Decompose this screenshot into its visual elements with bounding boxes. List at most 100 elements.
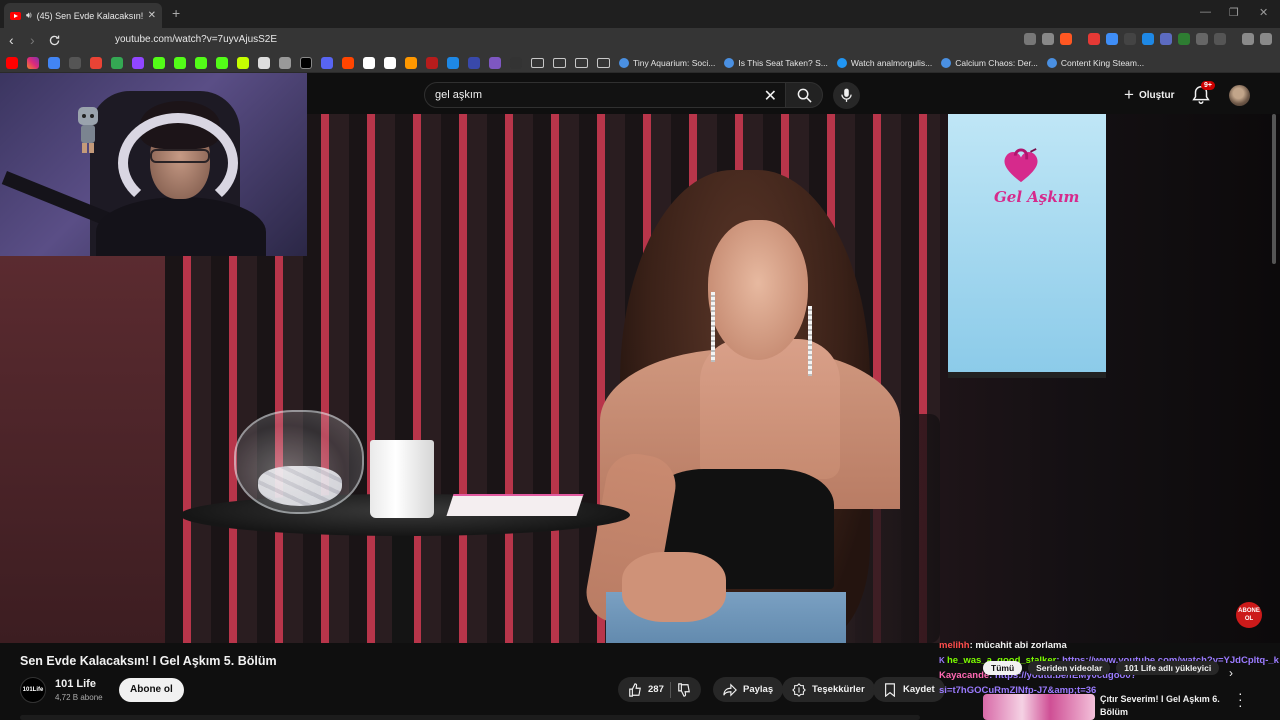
new-tab-button[interactable]: +: [172, 5, 180, 21]
bookmark-icon[interactable]: [405, 56, 417, 69]
bookmark-icon[interactable]: [69, 56, 81, 69]
channel-avatar[interactable]: 101Life: [20, 677, 46, 703]
share-icon[interactable]: [1042, 33, 1054, 45]
chip-uploader[interactable]: 101 Life adlı yükleyici: [1116, 661, 1220, 675]
video-table-stem: [392, 524, 414, 643]
bookmark-label: Calcium Chaos: Der...: [955, 57, 1038, 68]
search-box[interactable]: gel aşkım ✕: [424, 82, 786, 108]
bookmark-save-icon: [885, 682, 895, 697]
webcam-overlay: [0, 73, 307, 256]
clear-search-icon[interactable]: ✕: [764, 86, 777, 106]
bookmark-icon[interactable]: [321, 56, 333, 69]
maximize-icon[interactable]: ❐: [1229, 6, 1239, 19]
chip-series-videos[interactable]: Seriden videolar: [1028, 661, 1111, 675]
chips-next-icon[interactable]: ›: [1229, 666, 1233, 680]
video-glass-bowl: [234, 410, 364, 514]
search-button[interactable]: [785, 82, 823, 108]
page-scrollbar[interactable]: [1272, 114, 1276, 264]
bookmark-icon[interactable]: [468, 56, 480, 69]
bookmark-gmail-icon[interactable]: [90, 56, 102, 69]
bookmark-p-icon[interactable]: [363, 56, 375, 69]
chat-message: melihh: mücahit abi zorlama: [939, 638, 1280, 653]
bookmark-item[interactable]: Calcium Chaos: Der...: [941, 57, 1038, 68]
bookmark-anchor-icon[interactable]: [258, 56, 270, 69]
bookmark-item[interactable]: Is This Seat Taken? S...: [724, 57, 828, 68]
bookmark-label: Is This Seat Taken? S...: [738, 57, 828, 68]
tab-close-icon[interactable]: ✕: [148, 10, 156, 21]
bookmark-item[interactable]: Watch analmorgulis...: [836, 57, 932, 68]
tab-title: (45) Sen Evde Kalacaksın! I Ge: [36, 10, 143, 21]
bookmark-folder-icon[interactable]: [597, 57, 610, 68]
bookmark-x-icon[interactable]: [300, 56, 312, 69]
like-count[interactable]: 287: [648, 684, 664, 695]
create-button[interactable]: + Oluştur: [1116, 83, 1187, 107]
bookmark-folder-icon[interactable]: [553, 57, 566, 68]
chip-all[interactable]: Tümü: [983, 661, 1023, 675]
description-box-edge: [20, 715, 920, 720]
bookmark-icon[interactable]: [48, 56, 60, 69]
account-avatar[interactable]: [1229, 85, 1250, 106]
close-window-icon[interactable]: ✕: [1259, 6, 1268, 19]
forward-icon[interactable]: ›: [30, 32, 35, 48]
bookmark-icon[interactable]: [237, 56, 249, 69]
extension-icon[interactable]: [1124, 33, 1136, 45]
bookmark-kick-icon[interactable]: [174, 56, 186, 69]
bookmark-drive-icon[interactable]: [111, 56, 123, 69]
save-button[interactable]: Kaydet: [873, 677, 945, 702]
share-button[interactable]: Paylaş: [713, 677, 784, 702]
extension-icon[interactable]: [1178, 33, 1190, 45]
menu-icon[interactable]: [1260, 33, 1272, 45]
bookmark-icon[interactable]: [279, 56, 291, 69]
bookmark-icon[interactable]: [447, 56, 459, 69]
extension-icon[interactable]: [1106, 33, 1118, 45]
thanks-button[interactable]: Teşekkürler: [782, 677, 875, 702]
video-person-neck: [700, 339, 840, 479]
cast-icon[interactable]: [1024, 33, 1036, 45]
recommended-video-thumbnail[interactable]: [983, 694, 1095, 720]
kick-badge-icon: K: [939, 656, 947, 665]
video-logo-text: Gel Aşkım: [994, 188, 1080, 206]
bookmark-kick-icon[interactable]: [153, 56, 165, 69]
browser-tab[interactable]: 🔊︎ (45) Sen Evde Kalacaksın! I Ge ✕: [4, 3, 162, 28]
bookmark-instagram-icon[interactable]: [27, 56, 39, 69]
steam-icon: [1046, 57, 1057, 68]
music-icon[interactable]: [1242, 33, 1254, 45]
create-label: Oluştur: [1138, 89, 1175, 101]
bookmark-twitch-icon[interactable]: [132, 56, 144, 69]
back-icon[interactable]: ‹: [9, 32, 14, 48]
subscribe-button[interactable]: Abone ol: [119, 678, 184, 702]
address-bar[interactable]: youtube.com/watch?v=7uyvAjusS2E: [115, 34, 277, 45]
search-input[interactable]: gel aşkım: [435, 89, 482, 101]
recommended-video-title[interactable]: Çıtır Severim! I Gel Aşkım 6. Bölüm: [1100, 693, 1240, 719]
bookmark-icon[interactable]: [489, 56, 501, 69]
bookmark-reddit-icon[interactable]: [342, 56, 354, 69]
like-icon[interactable]: [628, 682, 642, 697]
extension-icon[interactable]: [1160, 33, 1172, 45]
like-dislike-group: 287: [618, 677, 701, 702]
extension-icon[interactable]: [1142, 33, 1154, 45]
bookmark-youtube-icon[interactable]: [6, 56, 18, 69]
bookmark-kick-icon[interactable]: [216, 56, 228, 69]
channel-name[interactable]: 101 Life: [55, 678, 96, 690]
bookmark-icon[interactable]: [426, 56, 438, 69]
thanks-label: Teşekkürler: [812, 684, 865, 695]
subscribe-watermark-badge[interactable]: ABONE OL: [1236, 602, 1262, 628]
sidebar-icon[interactable]: [1214, 33, 1226, 45]
mascot-sticker-icon: [78, 107, 98, 153]
extension-icon[interactable]: [1088, 33, 1100, 45]
bookmark-folder-icon[interactable]: [531, 57, 544, 68]
related-filter-chips: Tümü Seriden videolar 101 Life adlı yükl…: [983, 661, 1220, 675]
extensions-puzzle-icon[interactable]: [1196, 33, 1208, 45]
bookmark-amazon-icon[interactable]: [384, 56, 396, 69]
voice-search-button[interactable]: [833, 82, 860, 109]
bookmark-item[interactable]: Content King Steam...: [1046, 57, 1144, 68]
bookmark-icon[interactable]: [510, 56, 522, 69]
steam-icon: [724, 57, 735, 68]
bookmark-kick-icon[interactable]: [195, 56, 207, 69]
reload-icon[interactable]: [48, 34, 61, 47]
minimize-icon[interactable]: —: [1200, 6, 1211, 18]
brave-shield-icon[interactable]: [1060, 33, 1072, 45]
dislike-icon[interactable]: [677, 682, 691, 697]
bookmark-folder-icon[interactable]: [575, 57, 588, 68]
bookmark-item[interactable]: Tiny Aquarium: Soci...: [619, 57, 715, 68]
